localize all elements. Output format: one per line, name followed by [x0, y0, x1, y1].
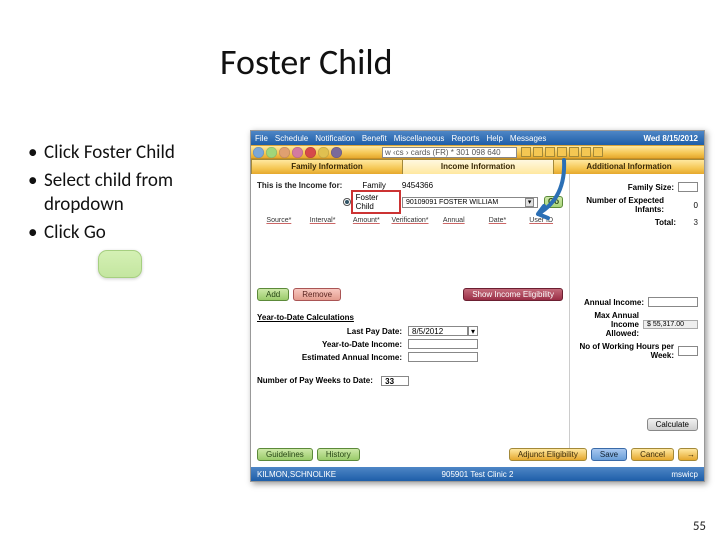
- income-grid-header: Source* Interval* Amount* Verification* …: [257, 217, 563, 224]
- slide-title: Foster Child: [220, 40, 393, 84]
- menu-benefit[interactable]: Benefit: [362, 134, 387, 143]
- cancel-button[interactable]: Cancel: [631, 448, 674, 461]
- tab-family-info[interactable]: Family Information: [251, 159, 403, 174]
- go-button[interactable]: Go: [544, 196, 563, 208]
- income-panel: This is the Income for: Family 9454366 F…: [251, 174, 569, 454]
- header-date: Wed 8/15/2012: [643, 134, 698, 143]
- calendar-icon[interactable]: ▾: [468, 326, 478, 336]
- pay-weeks-value: 33: [381, 376, 409, 386]
- tool-icon[interactable]: [292, 147, 303, 158]
- nav-icon[interactable]: [593, 147, 603, 157]
- save-button[interactable]: Save: [591, 448, 627, 461]
- nav-icon[interactable]: [533, 147, 543, 157]
- col-annual: Annual: [432, 217, 476, 224]
- adjunct-eligibility-button[interactable]: Adjunct Eligibility: [509, 448, 587, 461]
- est-annual-input[interactable]: [408, 352, 478, 362]
- nav-icon[interactable]: [521, 147, 531, 157]
- family-radio-label: Family: [362, 181, 386, 190]
- history-button[interactable]: History: [317, 448, 360, 461]
- tool-icon[interactable]: [253, 147, 264, 158]
- expected-infants-label: Number of Expected Infants:: [576, 196, 664, 214]
- annual-income-label: Annual Income:: [576, 298, 644, 307]
- menu-file[interactable]: File: [255, 134, 268, 143]
- bullet-3: Click Go: [44, 221, 238, 246]
- search-input[interactable]: w ‹cs › cards (FR) * 301 098 640: [382, 147, 517, 158]
- menu-misc[interactable]: Miscellaneous: [394, 134, 445, 143]
- chevron-down-icon[interactable]: ▾: [525, 198, 534, 207]
- add-button[interactable]: Add: [257, 288, 289, 301]
- tool-icon[interactable]: [305, 147, 316, 158]
- summary-panel: Family Size: Number of Expected Infants:…: [569, 174, 704, 454]
- tab-income-info[interactable]: Income Information: [402, 159, 554, 174]
- menu-help[interactable]: Help: [486, 134, 502, 143]
- ytd-income-input[interactable]: [408, 339, 478, 349]
- status-bar: KILMON,SCHNOLIKE 905901 Test Clinic 2 ms…: [251, 467, 704, 481]
- col-amount: Amount*: [344, 217, 388, 224]
- family-size-label: Family Size:: [576, 183, 674, 192]
- ytd-title: Year-to-Date Calculations: [257, 313, 563, 322]
- status-center: 905901 Test Clinic 2: [442, 470, 514, 479]
- nav-icon[interactable]: [545, 147, 555, 157]
- nav-icon[interactable]: [557, 147, 567, 157]
- guidelines-button[interactable]: Guidelines: [257, 448, 313, 461]
- app-screenshot: File Schedule Notification Benefit Misce…: [250, 130, 705, 482]
- next-button[interactable]: →: [678, 448, 698, 461]
- foster-child-label: Foster Child: [354, 193, 398, 211]
- est-annual-label: Estimated Annual Income:: [257, 353, 402, 362]
- tab-additional-info[interactable]: Additional Information: [553, 159, 705, 174]
- go-illustration: [98, 250, 142, 278]
- total-label: Total:: [576, 218, 676, 227]
- bullet-2: Select child from dropdown: [44, 169, 238, 218]
- tool-icon[interactable]: [266, 147, 277, 158]
- working-hours-label: No of Working Hours per Week:: [576, 342, 674, 360]
- menu-notification[interactable]: Notification: [315, 134, 355, 143]
- toolbar: w ‹cs › cards (FR) * 301 098 640: [251, 145, 704, 159]
- tool-icon[interactable]: [318, 147, 329, 158]
- col-source: Source*: [257, 217, 301, 224]
- foster-child-dropdown[interactable]: 90109091 FOSTER WILLIAM ▾: [402, 197, 538, 208]
- calculate-button[interactable]: Calculate: [647, 418, 698, 431]
- tool-icon[interactable]: [279, 147, 290, 158]
- col-date: Date*: [476, 217, 520, 224]
- show-eligibility-button[interactable]: Show Income Eligibility: [463, 288, 563, 301]
- ytd-section: Year-to-Date Calculations Last Pay Date:…: [257, 313, 563, 386]
- tool-icon[interactable]: [331, 147, 342, 158]
- bullet-1: Click Foster Child: [44, 141, 238, 166]
- working-hours-input[interactable]: [678, 346, 698, 356]
- last-pay-date-label: Last Pay Date:: [257, 327, 402, 336]
- last-pay-date-input[interactable]: 8/5/2012: [408, 326, 468, 336]
- max-allowed-label: Max Annual Income Allowed:: [576, 311, 639, 338]
- instruction-bullets: •Click Foster Child •Select child from d…: [28, 138, 238, 249]
- nav-icon[interactable]: [581, 147, 591, 157]
- status-right: mswicp: [671, 470, 698, 479]
- family-size-input[interactable]: [678, 182, 698, 192]
- page-number: 55: [693, 519, 706, 534]
- menubar: File Schedule Notification Benefit Misce…: [251, 131, 704, 145]
- menu-schedule[interactable]: Schedule: [275, 134, 308, 143]
- foster-child-value: 90109091 FOSTER WILLIAM: [406, 199, 498, 206]
- family-number: 9454366: [402, 181, 433, 190]
- col-verification: Verification*: [388, 217, 432, 224]
- col-interval: Interval*: [301, 217, 345, 224]
- remove-button[interactable]: Remove: [293, 288, 341, 301]
- pay-weeks-label: Number of Pay Weeks to Date:: [257, 376, 373, 385]
- annual-income-value: [648, 297, 698, 307]
- menu-reports[interactable]: Reports: [451, 134, 479, 143]
- footer-buttons: Guidelines History Adjunct Eligibility S…: [257, 448, 698, 461]
- main-tabs: Family Information Income Information Ad…: [251, 159, 704, 174]
- ytd-income-label: Year-to-Date Income:: [257, 340, 402, 349]
- expected-infants-value: 0: [668, 201, 698, 210]
- status-left: KILMON,SCHNOLIKE: [257, 470, 336, 479]
- nav-icon[interactable]: [569, 147, 579, 157]
- max-allowed-value: $ 55,317.00: [643, 320, 698, 329]
- total-value: 3: [680, 218, 698, 227]
- foster-child-radio[interactable]: [343, 198, 351, 206]
- this-is-income-label: This is the Income for:: [257, 181, 342, 190]
- col-userid: User ID: [519, 217, 563, 224]
- menu-messages[interactable]: Messages: [510, 134, 546, 143]
